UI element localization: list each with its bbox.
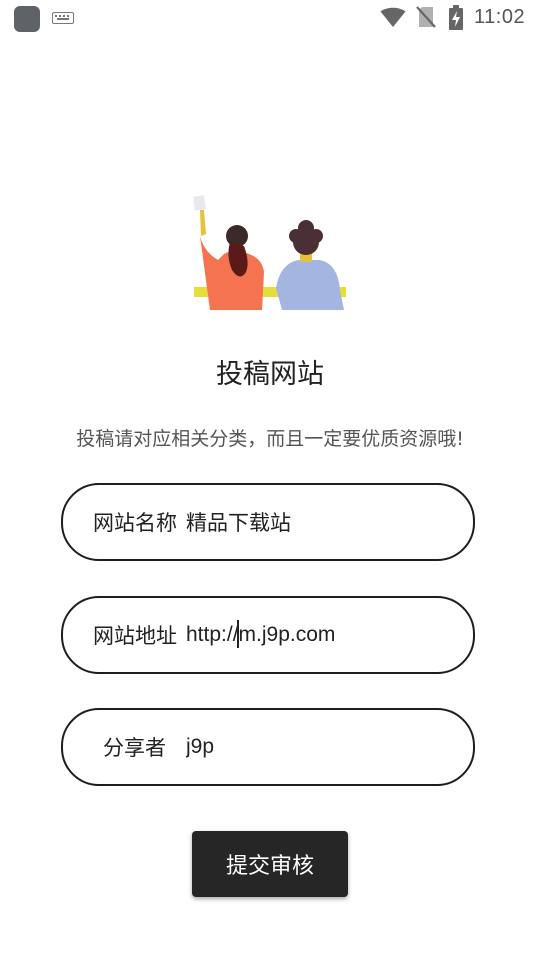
- text-cursor: [237, 620, 239, 648]
- site-name-field[interactable]: 网站名称: [61, 483, 475, 561]
- site-url-label: 网站地址: [93, 624, 177, 648]
- sharer-field[interactable]: 分享者: [61, 708, 475, 786]
- page-subtitle: 投稿请对应相关分类，而且一定要优质资源哦!: [76, 428, 464, 450]
- app-icon: [14, 6, 40, 32]
- site-url-field[interactable]: 网站地址: [61, 596, 475, 674]
- site-name-label: 网站名称: [93, 511, 177, 535]
- no-sim-icon: [416, 6, 436, 28]
- site-url-input[interactable]: [186, 623, 416, 647]
- submit-review-button[interactable]: 提交审核: [192, 831, 348, 897]
- status-time: 11:02: [474, 6, 526, 28]
- page-title: 投稿网站: [216, 359, 324, 390]
- site-url-value-wrap: [177, 620, 416, 648]
- sharer-label: 分享者: [103, 736, 166, 760]
- keyboard-icon: [52, 12, 74, 24]
- battery-charging-icon: [449, 5, 463, 30]
- status-bar: 11:02: [0, 0, 540, 36]
- site-name-input[interactable]: [186, 510, 416, 534]
- sharer-input[interactable]: [186, 735, 416, 759]
- two-people-submission-illustration: [193, 195, 346, 310]
- screen: 11:02 投稿网站 投稿请对应相关分类，而且一定要优质资源哦! 网站名称 网站…: [0, 0, 540, 960]
- wifi-icon: [380, 7, 406, 27]
